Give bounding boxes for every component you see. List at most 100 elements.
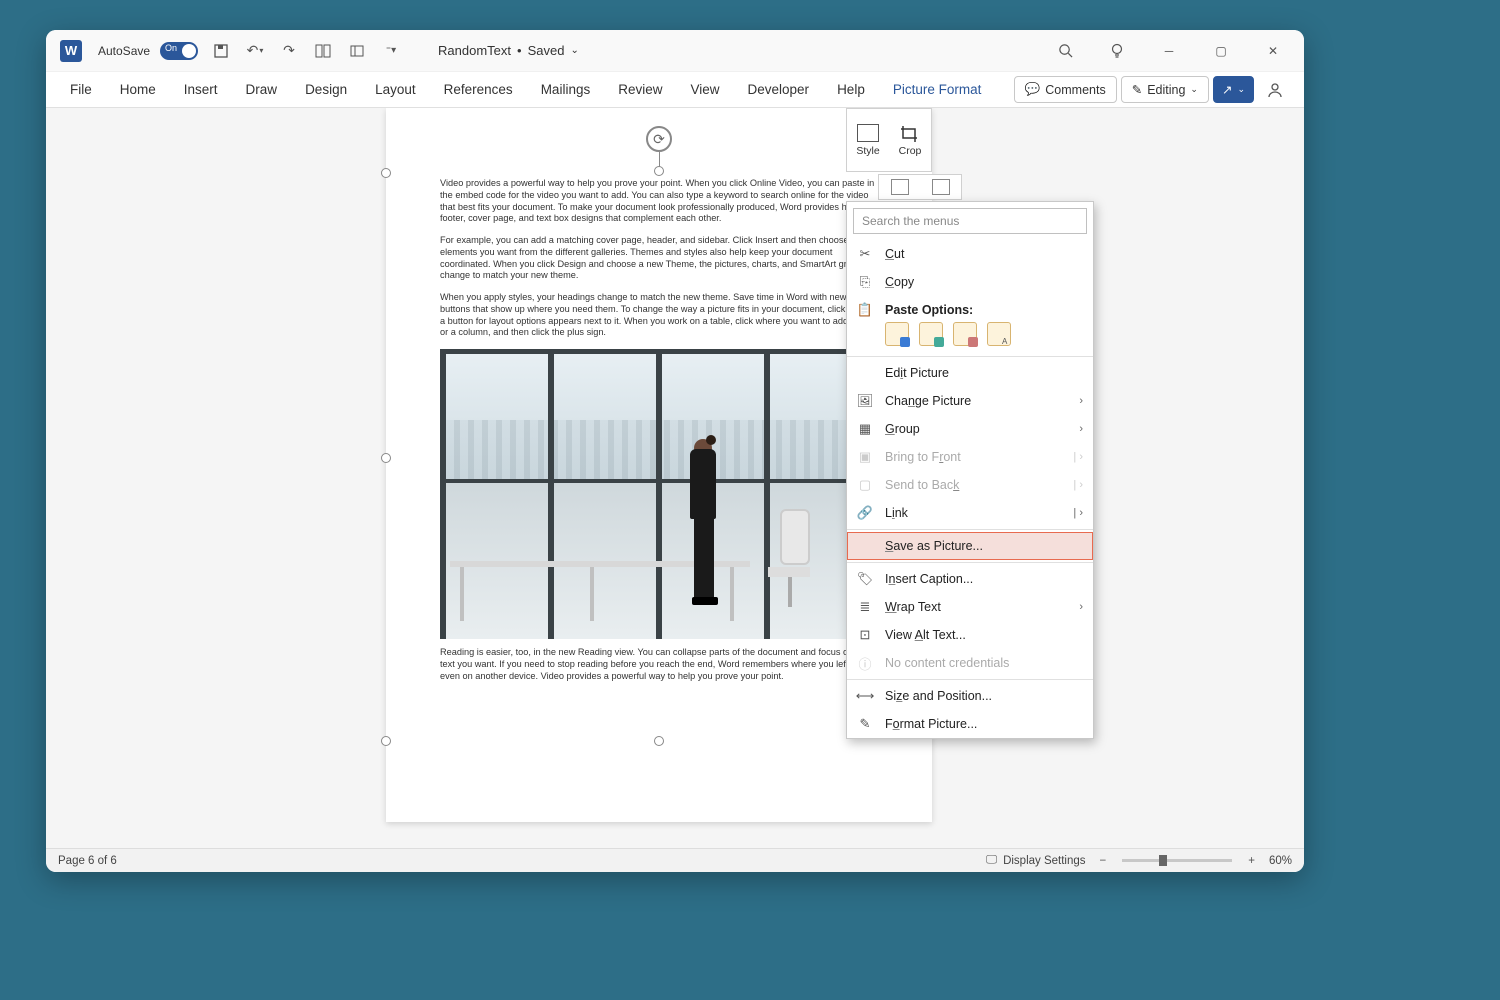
minimize-button[interactable]: ─ xyxy=(1146,30,1192,72)
crop-button[interactable]: Crop xyxy=(889,109,931,171)
selection-handle-bc[interactable] xyxy=(654,736,664,746)
tab-design[interactable]: Design xyxy=(293,76,359,103)
change-picture-icon: 🖼 xyxy=(857,393,873,409)
picture-mini-toolbar: Style Crop xyxy=(846,108,932,172)
selection-handle-tc[interactable] xyxy=(654,166,664,176)
tab-home[interactable]: Home xyxy=(108,76,168,103)
rotation-handle[interactable]: ⟳ xyxy=(646,126,672,152)
tab-help[interactable]: Help xyxy=(825,76,877,103)
tab-file[interactable]: File xyxy=(58,76,104,103)
doc-status: Saved xyxy=(528,43,565,58)
tab-view[interactable]: View xyxy=(678,76,731,103)
wrap-text-label: Wrap Text xyxy=(885,600,941,614)
menu-wrap-text[interactable]: ≣ Wrap Text › xyxy=(847,593,1093,621)
paste-option-4[interactable] xyxy=(987,322,1011,346)
search-icon[interactable] xyxy=(1042,30,1088,72)
qat-icon-2[interactable] xyxy=(346,40,368,62)
display-settings-label[interactable]: Display Settings xyxy=(1003,855,1085,867)
autosave-toggle[interactable]: On xyxy=(160,42,198,60)
menu-edit-picture[interactable]: Edit Picture xyxy=(847,359,1093,387)
account-icon[interactable] xyxy=(1258,77,1292,103)
format-icon: ✎ xyxy=(857,716,873,732)
save-icon[interactable] xyxy=(210,40,232,62)
group-label: Group xyxy=(885,422,920,436)
zoom-thumb[interactable] xyxy=(1159,855,1167,866)
lightbulb-icon[interactable] xyxy=(1094,30,1140,72)
paragraph-3: When you apply styles, your headings cha… xyxy=(440,292,878,339)
inline-picture[interactable] xyxy=(440,349,876,639)
layout-option-1[interactable] xyxy=(891,179,909,195)
tab-layout[interactable]: Layout xyxy=(363,76,428,103)
menu-copy[interactable]: ⎘ Copy xyxy=(847,268,1093,296)
maximize-button[interactable]: ▢ xyxy=(1198,30,1244,72)
menu-send-to-back: ▢ Send to Back | › xyxy=(847,471,1093,499)
word-app-icon: W xyxy=(60,40,82,62)
menu-no-credentials: ⓘ No content credentials xyxy=(847,649,1093,677)
menu-format-picture[interactable]: ✎ Format Picture... xyxy=(847,710,1093,738)
menu-link[interactable]: 🔗 Link | › xyxy=(847,499,1093,527)
document-title[interactable]: RandomText • Saved ⌄ xyxy=(438,43,579,58)
layout-options-popup[interactable] xyxy=(878,174,962,200)
tab-insert[interactable]: Insert xyxy=(172,76,230,103)
format-picture-label: Format Picture... xyxy=(885,717,977,731)
tab-references[interactable]: References xyxy=(432,76,525,103)
zoom-percentage[interactable]: 60% xyxy=(1269,855,1292,867)
paste-option-1[interactable] xyxy=(885,322,909,346)
doc-name: RandomText xyxy=(438,43,511,58)
close-button[interactable]: ✕ xyxy=(1250,30,1296,72)
copy-label: Copy xyxy=(885,275,914,289)
change-picture-label: Change Picture xyxy=(885,394,971,408)
statusbar: Page 6 of 6 🖵 Display Settings − + 60% xyxy=(46,848,1304,872)
share-button[interactable]: ↗ ⌄ xyxy=(1213,76,1254,103)
submenu-arrow-icon: | › xyxy=(1073,479,1083,491)
menu-size-position[interactable]: ⟷ Size and Position... xyxy=(847,682,1093,710)
selection-handle-bl[interactable] xyxy=(381,736,391,746)
menu-save-as-picture[interactable]: Save as Picture... xyxy=(847,532,1093,560)
selection-handle-ml[interactable] xyxy=(381,453,391,463)
autosave-state: On xyxy=(165,43,177,53)
tab-draw[interactable]: Draw xyxy=(234,76,290,103)
display-settings-icon[interactable]: 🖵 xyxy=(986,854,997,867)
bring-front-icon: ▣ xyxy=(857,449,873,465)
link-label: Link xyxy=(885,506,908,520)
menu-insert-caption[interactable]: 🏷 Insert Caption... xyxy=(847,565,1093,593)
tab-developer[interactable]: Developer xyxy=(736,76,822,103)
style-button[interactable]: Style xyxy=(847,109,889,171)
redo-icon[interactable]: ↷ xyxy=(278,40,300,62)
menu-cut[interactable]: ✂ Cut xyxy=(847,240,1093,268)
undo-icon[interactable]: ↶▾ xyxy=(244,40,266,62)
paste-option-3[interactable] xyxy=(953,322,977,346)
comments-button[interactable]: 💬 Comments xyxy=(1014,76,1117,103)
size-icon: ⟷ xyxy=(857,688,873,704)
zoom-slider[interactable] xyxy=(1122,859,1232,862)
tab-mailings[interactable]: Mailings xyxy=(529,76,603,103)
send-back-icon: ▢ xyxy=(857,477,873,493)
paste-option-2[interactable] xyxy=(919,322,943,346)
submenu-arrow-icon: › xyxy=(1079,395,1083,407)
tab-picture-format[interactable]: Picture Format xyxy=(881,76,994,103)
page-info[interactable]: Page 6 of 6 xyxy=(58,855,117,867)
chevron-down-icon: ⌄ xyxy=(570,45,578,56)
menu-bring-to-front: ▣ Bring to Front | › xyxy=(847,443,1093,471)
ribbon: File Home Insert Draw Design Layout Refe… xyxy=(46,72,1304,108)
layout-option-2[interactable] xyxy=(932,179,950,195)
menu-search-input[interactable]: Search the menus xyxy=(853,208,1087,234)
crop-label: Crop xyxy=(899,145,922,157)
link-icon: 🔗 xyxy=(857,505,873,521)
submenu-arrow-icon: | › xyxy=(1073,507,1083,519)
style-label: Style xyxy=(856,145,879,157)
menu-change-picture[interactable]: 🖼 Change Picture › xyxy=(847,387,1093,415)
paste-icon: 📋 xyxy=(857,302,873,318)
selection-handle-tl[interactable] xyxy=(381,168,391,178)
zoom-out-button[interactable]: − xyxy=(1100,855,1107,867)
tab-review[interactable]: Review xyxy=(606,76,674,103)
menu-group[interactable]: ▦ Group › xyxy=(847,415,1093,443)
qat-overflow-icon[interactable]: ⁼▾ xyxy=(380,40,402,62)
editing-mode-button[interactable]: ✎ Editing ⌄ xyxy=(1121,76,1209,103)
qat-icon-1[interactable] xyxy=(312,40,334,62)
paste-options-row xyxy=(847,318,1093,354)
blank-icon xyxy=(857,538,873,554)
zoom-in-button[interactable]: + xyxy=(1248,855,1255,867)
menu-view-alt-text[interactable]: ⊡ View Alt Text... xyxy=(847,621,1093,649)
document-area[interactable]: ⟳ Video provides a powerful way to help … xyxy=(46,108,1304,848)
